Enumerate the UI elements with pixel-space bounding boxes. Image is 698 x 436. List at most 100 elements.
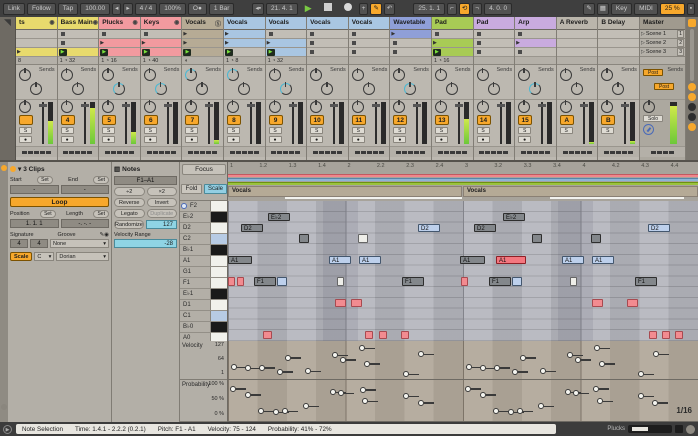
midi-note[interactable]: [627, 299, 638, 307]
send-b-knob[interactable]: [488, 83, 500, 95]
track-header[interactable]: Bass Main◉: [58, 17, 99, 30]
clip-slot[interactable]: [307, 39, 348, 48]
length-set-button[interactable]: Set: [93, 210, 109, 218]
fader-handle[interactable]: [580, 104, 588, 107]
show-returns-toggle[interactable]: [688, 103, 696, 111]
volume-fader[interactable]: [208, 102, 210, 144]
send-b-knob[interactable]: [72, 83, 84, 95]
send-a-knob[interactable]: [518, 69, 530, 81]
track-header[interactable]: Vocals: [307, 17, 348, 30]
velocity-range-value[interactable]: -28: [114, 239, 177, 248]
scene-play-icon[interactable]: ▷: [641, 40, 645, 46]
clip-slot[interactable]: [598, 48, 639, 57]
clip-slot[interactable]: ▶: [99, 48, 140, 57]
note-tool-2[interactable]: ×2: [147, 187, 178, 196]
punch-in-button[interactable]: ⌐: [447, 3, 457, 15]
track-delay-field[interactable]: [598, 147, 639, 157]
solo-button[interactable]: S: [61, 127, 74, 134]
send-b-knob[interactable]: [446, 83, 458, 95]
midi-note[interactable]: D2: [474, 224, 496, 232]
track-activator-button[interactable]: A: [560, 115, 574, 125]
clip-slot[interactable]: [390, 48, 431, 57]
play-button[interactable]: ▶: [300, 2, 317, 15]
velocity-marker[interactable]: [575, 357, 581, 363]
volume-fader[interactable]: [167, 102, 169, 144]
track-activator-button[interactable]: 7: [185, 115, 199, 125]
midi-note[interactable]: [358, 234, 368, 242]
track-header[interactable]: A Reverb: [557, 17, 598, 30]
clip-slot[interactable]: [58, 30, 99, 39]
pan-knob[interactable]: [352, 101, 364, 113]
loop-button[interactable]: ⟲: [459, 3, 470, 15]
send-a-knob[interactable]: [310, 69, 322, 81]
pan-knob[interactable]: [393, 101, 405, 113]
midi-note[interactable]: A1: [592, 256, 614, 264]
clip-slot[interactable]: [99, 30, 140, 39]
track-header-icon[interactable]: ◉: [133, 19, 138, 29]
clip-title-bar[interactable]: Vocals: [228, 186, 462, 197]
midi-note[interactable]: [277, 277, 287, 285]
midi-note[interactable]: [263, 331, 272, 339]
midi-note[interactable]: [592, 299, 603, 307]
piano-key[interactable]: [210, 267, 227, 277]
track-activator-button[interactable]: 5: [102, 115, 116, 125]
solo-button[interactable]: S: [19, 127, 32, 134]
clip-slot[interactable]: ▶: [182, 30, 223, 39]
fold-button[interactable]: Fold: [181, 184, 202, 194]
midi-note[interactable]: [335, 299, 346, 307]
clip-play-icon[interactable]: ▶: [183, 41, 187, 46]
fader-handle[interactable]: [455, 104, 463, 107]
clip-play-icon[interactable]: ▶: [225, 41, 229, 46]
master-pan-knob[interactable]: [643, 101, 655, 113]
volume-fader[interactable]: [458, 102, 460, 144]
pitch-row[interactable]: B♭0: [180, 322, 227, 333]
volume-fader[interactable]: [84, 102, 86, 144]
cpu-meter[interactable]: 25 %: [660, 3, 685, 15]
signature-denominator[interactable]: 4: [30, 239, 48, 248]
midi-note[interactable]: D2: [648, 224, 670, 232]
solo-button[interactable]: S: [518, 127, 531, 134]
probability-marker[interactable]: [508, 409, 514, 415]
midi-note[interactable]: F1: [635, 277, 657, 285]
clip-playing-icon[interactable]: ▶: [267, 49, 275, 56]
clip-playing-icon[interactable]: ▶: [225, 49, 233, 56]
volume-fader[interactable]: [624, 102, 626, 144]
pan-knob[interactable]: [560, 101, 572, 113]
midi-note[interactable]: [237, 277, 244, 285]
pan-knob[interactable]: [61, 101, 73, 113]
clip-tab-icon[interactable]: [1, 165, 7, 171]
post-a-button[interactable]: Post: [643, 69, 663, 76]
fader-handle[interactable]: [164, 104, 172, 107]
velocity-marker[interactable]: [540, 368, 546, 374]
piano-key[interactable]: [210, 234, 227, 244]
pitch-row[interactable]: F2: [180, 201, 227, 212]
arm-button[interactable]: ●: [185, 136, 198, 143]
midi-note[interactable]: A1: [228, 256, 252, 264]
clip-slot[interactable]: [474, 30, 515, 39]
track-delay-field[interactable]: [349, 147, 390, 157]
track-delay-field[interactable]: [58, 147, 99, 157]
clip-slot[interactable]: ▶: [99, 39, 140, 48]
clip-play-icon[interactable]: ▶: [516, 41, 520, 46]
record-button[interactable]: [339, 1, 357, 16]
track-activator-button[interactable]: B: [601, 115, 615, 125]
lane-collapse-icon[interactable]: [1, 404, 7, 410]
velocity-marker[interactable]: [277, 369, 283, 375]
clip-slot[interactable]: ▶: [432, 48, 473, 57]
midi-note[interactable]: [649, 331, 657, 339]
clip-slot[interactable]: ▶: [182, 48, 223, 57]
clip-slot[interactable]: ▶: [224, 30, 265, 39]
launch-quantization-menu[interactable]: 1 Bar: [209, 3, 235, 15]
note-tool-2[interactable]: ÷2: [114, 187, 145, 196]
pan-knob[interactable]: [435, 101, 447, 113]
clip-play-icon[interactable]: ▶: [183, 32, 187, 37]
send-b-knob[interactable]: [155, 83, 167, 95]
arm-button[interactable]: ●: [435, 136, 448, 143]
probability-marker[interactable]: [282, 408, 288, 414]
track-activator-button[interactable]: 14: [477, 115, 491, 125]
volume-fader[interactable]: [541, 102, 543, 144]
solo-button[interactable]: S: [352, 127, 365, 134]
probability-lane[interactable]: [228, 380, 698, 422]
note-tool-invert[interactable]: Invert: [147, 198, 178, 207]
show-sends-toggle[interactable]: [688, 93, 696, 101]
